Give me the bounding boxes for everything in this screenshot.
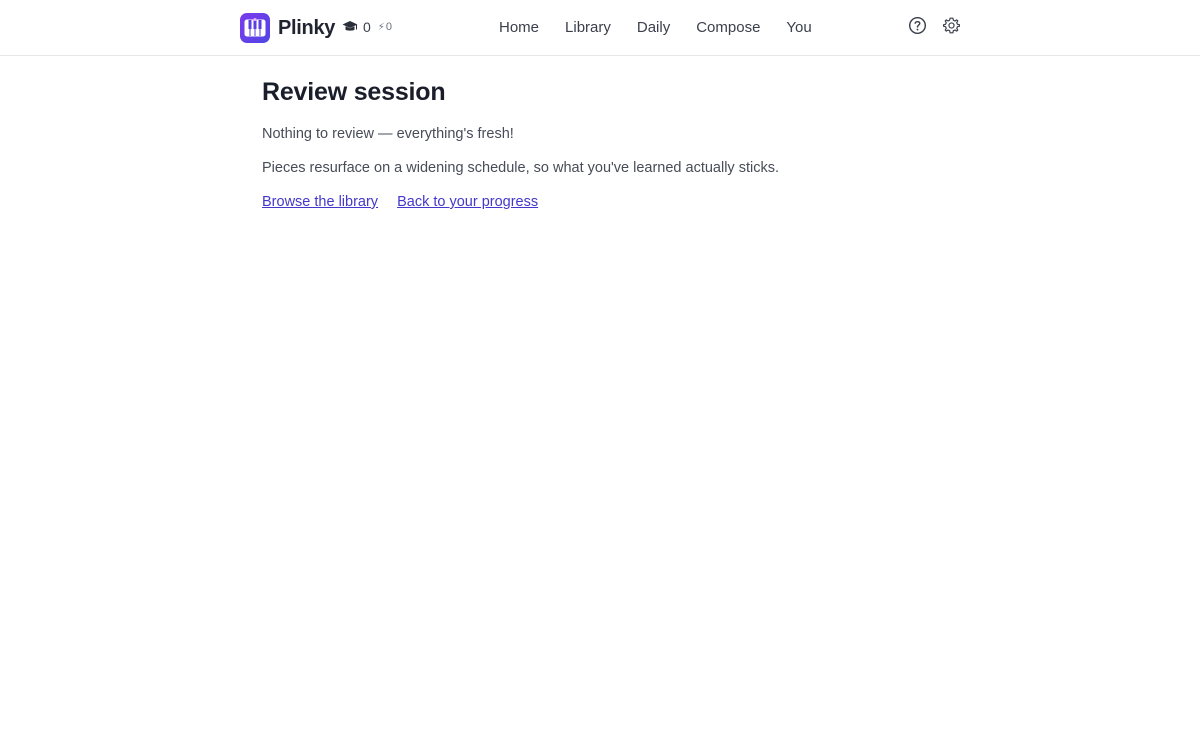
user-stats: 0 ⚡ 0 xyxy=(342,19,392,35)
piano-logo-icon xyxy=(240,13,270,43)
bolt-icon: ⚡ xyxy=(377,21,385,33)
empty-review-message: Nothing to review — everything's fresh! xyxy=(262,126,514,142)
schedule-explanation: Pieces resurface on a widening schedule,… xyxy=(262,160,779,176)
help-circle-icon xyxy=(908,16,927,40)
graduation-cap-icon xyxy=(342,20,358,34)
brand-home-link[interactable]: Plinky xyxy=(240,13,335,43)
nav-home[interactable]: Home xyxy=(499,19,539,36)
browse-library-link[interactable]: Browse the library xyxy=(262,194,378,210)
main-nav: Home Library Daily Compose You xyxy=(499,19,812,36)
gear-icon xyxy=(942,16,961,40)
back-to-progress-link[interactable]: Back to your progress xyxy=(397,194,538,210)
nav-library[interactable]: Library xyxy=(565,19,611,36)
top-bar: Plinky 0 ⚡ 0 Home Library Daily Compose … xyxy=(0,0,1200,56)
nav-you[interactable]: You xyxy=(786,19,811,36)
action-links: Browse the library Back to your progress xyxy=(262,194,538,210)
review-session-panel: Review session Nothing to review — every… xyxy=(262,78,962,210)
nav-daily[interactable]: Daily xyxy=(637,19,670,36)
page-title: Review session xyxy=(262,78,446,106)
nav-compose[interactable]: Compose xyxy=(696,19,760,36)
lessons-count: 0 xyxy=(363,19,371,35)
settings-button[interactable] xyxy=(941,16,961,40)
streak-count: 0 xyxy=(385,21,392,33)
help-button[interactable] xyxy=(907,16,927,40)
brand-name: Plinky xyxy=(278,16,336,39)
